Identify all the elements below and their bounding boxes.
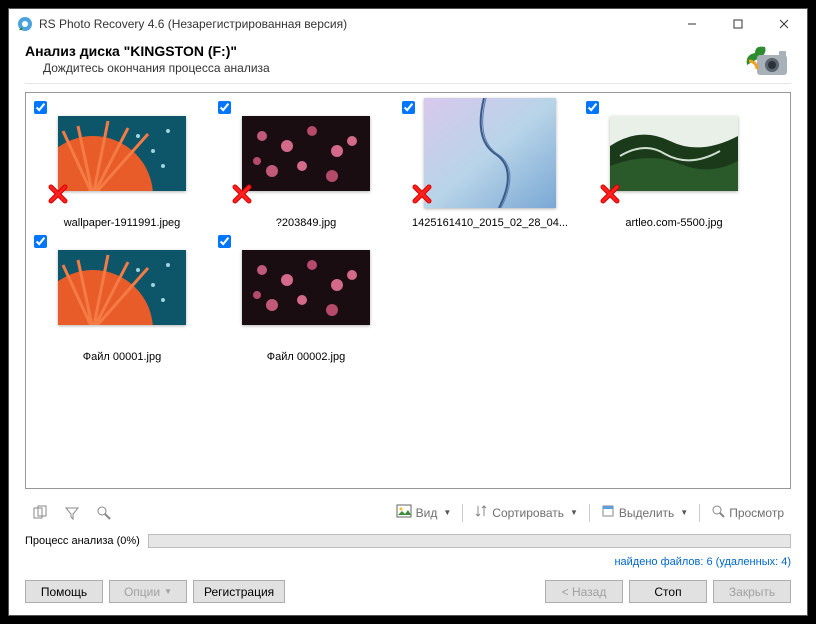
- sort-icon: [474, 504, 488, 521]
- file-item[interactable]: ?203849.jpg: [216, 99, 396, 229]
- register-button[interactable]: Регистрация: [193, 580, 285, 603]
- progress-bar: [148, 534, 791, 548]
- window: RS Photo Recovery 4.6 (Незарегистрирован…: [8, 8, 808, 616]
- help-button[interactable]: Помощь: [25, 580, 103, 603]
- minimize-button[interactable]: [669, 9, 715, 39]
- toolbar: Вид▼ Сортировать▼ Выделить▼ Просмотр: [9, 497, 807, 528]
- magnifier-icon: [711, 504, 725, 521]
- close-window-button[interactable]: Закрыть: [713, 580, 791, 603]
- chevron-down-icon: ▼: [680, 508, 688, 517]
- file-item[interactable]: 1425161410_2015_02_28_04...: [400, 99, 580, 229]
- app-icon: [17, 16, 33, 32]
- options-button[interactable]: Опции▼: [109, 580, 187, 603]
- deleted-icon: [412, 184, 432, 207]
- file-item[interactable]: Файл 00002.jpg: [216, 233, 396, 363]
- titlebar[interactable]: RS Photo Recovery 4.6 (Незарегистрирован…: [9, 9, 807, 39]
- file-label: Файл 00001.jpg: [37, 351, 207, 363]
- deleted-icon: [600, 184, 620, 207]
- deleted-icon: [232, 184, 252, 207]
- file-label: wallpaper-1911991.jpeg: [37, 217, 207, 229]
- camera-icon: [743, 43, 791, 75]
- thumbnail: [242, 250, 370, 325]
- progress-row: Процесс анализа (0%): [9, 528, 807, 554]
- header: Анализ диска "KINGSTON (F:)" Дождитесь о…: [9, 39, 807, 83]
- file-label: 1425161410_2015_02_28_04...: [405, 217, 575, 229]
- file-item[interactable]: Файл 00001.jpg: [32, 233, 212, 363]
- thumbnail: [610, 116, 738, 191]
- maximize-button[interactable]: [715, 9, 761, 39]
- filter-icon[interactable]: [57, 501, 87, 525]
- file-label: Файл 00002.jpg: [221, 351, 391, 363]
- page-subtitle: Дождитесь окончания процесса анализа: [43, 61, 270, 75]
- status-text: найдено файлов: 6 (удаленных: 4): [614, 556, 791, 568]
- back-button[interactable]: < Назад: [545, 580, 623, 603]
- deleted-icon: [48, 184, 68, 207]
- chevron-down-icon: ▼: [164, 587, 172, 596]
- file-label: artleo.com-5500.jpg: [589, 217, 759, 229]
- wizard-icon[interactable]: [25, 501, 55, 525]
- chevron-down-icon: ▼: [570, 508, 578, 517]
- select-button[interactable]: Выделить▼: [594, 500, 695, 525]
- file-checkbox[interactable]: [34, 235, 47, 248]
- file-checkbox[interactable]: [402, 101, 415, 114]
- window-title: RS Photo Recovery 4.6 (Незарегистрирован…: [39, 17, 669, 31]
- sort-button[interactable]: Сортировать▼: [467, 500, 585, 525]
- chevron-down-icon: ▼: [443, 508, 451, 517]
- thumbnail: [58, 250, 186, 325]
- file-checkbox[interactable]: [218, 235, 231, 248]
- page-title: Анализ диска "KINGSTON (F:)": [25, 43, 270, 59]
- view-button[interactable]: Вид▼: [389, 499, 459, 526]
- thumbnail: [58, 116, 186, 191]
- select-icon: [601, 504, 615, 521]
- file-checkbox[interactable]: [218, 101, 231, 114]
- preview-button[interactable]: Просмотр: [704, 500, 791, 525]
- file-label: ?203849.jpg: [221, 217, 391, 229]
- progress-label: Процесс анализа (0%): [25, 535, 140, 547]
- thumbnail: [242, 116, 370, 191]
- thumbnail: [424, 98, 556, 208]
- picture-icon: [396, 503, 412, 522]
- close-button[interactable]: [761, 9, 807, 39]
- status-row: найдено файлов: 6 (удаленных: 4): [9, 554, 807, 574]
- button-row: Помощь Опции▼ Регистрация < Назад Стоп З…: [9, 574, 807, 615]
- file-checkbox[interactable]: [586, 101, 599, 114]
- file-item[interactable]: artleo.com-5500.jpg: [584, 99, 764, 229]
- file-checkbox[interactable]: [34, 101, 47, 114]
- divider: [25, 83, 791, 84]
- search-icon[interactable]: [89, 501, 119, 525]
- stop-button[interactable]: Стоп: [629, 580, 707, 603]
- file-item[interactable]: wallpaper-1911991.jpeg: [32, 99, 212, 229]
- file-grid: wallpaper-1911991.jpeg ?203849.jpg: [25, 92, 791, 489]
